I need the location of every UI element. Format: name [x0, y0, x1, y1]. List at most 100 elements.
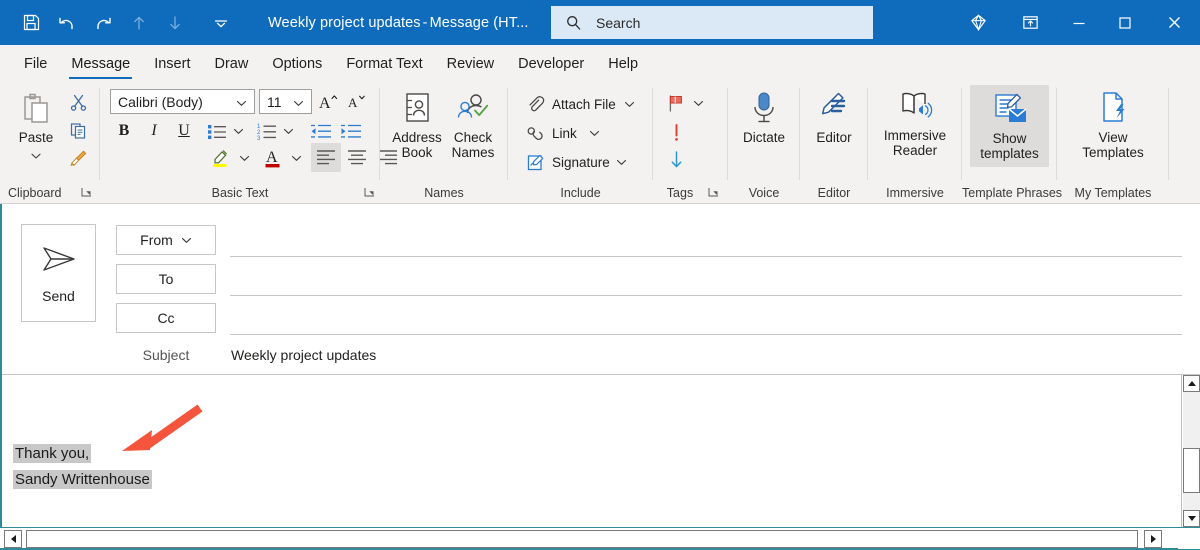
group-label-include: Include: [560, 186, 601, 200]
format-painter-button[interactable]: [66, 145, 90, 169]
to-label: To: [158, 271, 174, 287]
tab-options[interactable]: Options: [260, 45, 334, 82]
bullets-button[interactable]: [204, 119, 230, 143]
scroll-down-button[interactable]: [1183, 510, 1200, 527]
link-button[interactable]: Link: [526, 121, 600, 145]
search-input[interactable]: Search: [551, 6, 873, 39]
signature-button[interactable]: Signature: [526, 150, 627, 174]
cut-button[interactable]: [66, 90, 90, 114]
text-highlight-color-button[interactable]: [208, 145, 236, 171]
group-divider-my-templates: [1168, 88, 1169, 180]
save-icon[interactable]: [14, 6, 48, 40]
immersive-reader-label-line2: Reader: [892, 143, 938, 158]
to-button[interactable]: To: [116, 264, 216, 294]
view-templates-button[interactable]: View Templates: [1067, 88, 1159, 160]
follow-up-caret-icon[interactable]: [690, 90, 706, 116]
follow-up-button[interactable]: [663, 90, 689, 116]
clipboard-dialog-launcher[interactable]: [80, 186, 93, 199]
tab-file-label: File: [24, 55, 48, 72]
from-caret-icon[interactable]: [181, 237, 192, 244]
font-size-combo[interactable]: 11: [259, 89, 312, 114]
redo-icon[interactable]: [86, 6, 120, 40]
font-name-caret-icon[interactable]: [236, 94, 247, 110]
decrease-indent-button[interactable]: [306, 119, 334, 143]
font-color-button[interactable]: A: [260, 145, 288, 171]
increase-indent-button[interactable]: [336, 119, 364, 143]
outlook-message-window: Weekly project updates - Message (HT... Se…: [0, 0, 1200, 550]
tab-help[interactable]: Help: [596, 45, 650, 82]
italic-button[interactable]: I: [141, 119, 167, 143]
tab-draw[interactable]: Draw: [202, 45, 260, 82]
paste-dropdown-caret[interactable]: [30, 148, 42, 163]
view-templates-label-line1: View: [1098, 130, 1128, 145]
copy-button[interactable]: [66, 118, 90, 142]
customize-quick-access-toolbar-icon[interactable]: [204, 6, 238, 40]
tab-review[interactable]: Review: [435, 45, 507, 82]
show-templates-button[interactable]: Show templates: [970, 85, 1049, 167]
tab-insert[interactable]: Insert: [142, 45, 202, 82]
signature-label: Signature: [552, 154, 610, 170]
undo-icon[interactable]: [50, 6, 84, 40]
scroll-left-button[interactable]: [4, 530, 22, 548]
group-label-editor: Editor: [817, 186, 851, 200]
numbering-dropdown-caret-icon[interactable]: [280, 119, 296, 143]
address-book-label-line1: Address: [392, 130, 442, 145]
align-center-button[interactable]: [342, 143, 372, 172]
font-size-caret-icon[interactable]: [293, 94, 304, 110]
send-arrow-icon: [39, 243, 79, 280]
restore-ribbon-icon[interactable]: [1004, 0, 1056, 45]
scroll-up-button[interactable]: [1183, 375, 1200, 392]
body-text-content[interactable]: Thank you, Sandy Writtenhouse: [13, 441, 152, 493]
minimize-button[interactable]: [1056, 0, 1102, 45]
send-button[interactable]: Send: [21, 224, 96, 322]
basic-text-dialog-launcher[interactable]: [363, 186, 376, 199]
low-importance-button[interactable]: [663, 146, 689, 172]
message-body[interactable]: Thank you, Sandy Writtenhouse: [0, 375, 1200, 550]
font-name-combo[interactable]: Calibri (Body): [110, 89, 255, 114]
svg-text:A: A: [266, 149, 278, 166]
tab-file[interactable]: File: [12, 45, 59, 82]
shrink-font-button[interactable]: A: [343, 88, 369, 114]
address-book-button[interactable]: Address Book: [388, 88, 446, 160]
font-size-value: 11: [267, 93, 282, 110]
dictate-button[interactable]: Dictate: [734, 88, 794, 145]
editor-pen-icon: [816, 88, 852, 130]
bullets-dropdown-caret-icon[interactable]: [230, 119, 246, 143]
bold-button[interactable]: B: [111, 119, 137, 143]
tab-format-text[interactable]: Format Text: [334, 45, 434, 82]
underline-button[interactable]: U: [171, 119, 197, 143]
attach-file-icon: [526, 95, 545, 114]
tab-active-indicator: [69, 76, 133, 79]
link-icon: [526, 124, 545, 143]
highlight-dropdown-caret-icon[interactable]: [236, 145, 252, 171]
close-button[interactable]: [1148, 0, 1200, 45]
paste-button[interactable]: Paste: [8, 88, 64, 163]
grow-font-button[interactable]: A: [315, 88, 341, 114]
align-left-button[interactable]: [311, 143, 341, 172]
attach-file-caret-icon[interactable]: [624, 101, 635, 108]
horizontal-scrollbar[interactable]: [0, 527, 1200, 550]
ribbon-group-tags: Tags: [653, 82, 728, 203]
tags-dialog-launcher[interactable]: [707, 186, 720, 199]
scroll-right-button[interactable]: [1144, 530, 1162, 548]
high-importance-button[interactable]: [663, 119, 689, 145]
tab-message[interactable]: Message: [59, 45, 142, 82]
numbering-button[interactable]: 1 2 3: [254, 119, 280, 143]
vertical-scrollbar[interactable]: [1181, 375, 1200, 527]
font-color-dropdown-caret-icon[interactable]: [288, 145, 304, 171]
immersive-reader-button[interactable]: Immersive Reader: [872, 86, 958, 158]
link-caret-icon[interactable]: [589, 130, 600, 137]
diamond-icon[interactable]: [952, 0, 1004, 45]
horizontal-scrollbar-thumb[interactable]: [26, 530, 1138, 548]
maximize-button[interactable]: [1102, 0, 1148, 45]
tab-developer[interactable]: Developer: [506, 45, 596, 82]
signature-caret-icon[interactable]: [616, 159, 627, 166]
cc-button[interactable]: Cc: [116, 303, 216, 333]
from-button[interactable]: From: [116, 225, 216, 255]
paste-label: Paste: [18, 130, 54, 145]
editor-button[interactable]: Editor: [805, 88, 863, 145]
attach-file-button[interactable]: Attach File: [526, 92, 635, 116]
check-names-button[interactable]: Check Names: [446, 88, 500, 160]
subject-input[interactable]: Weekly project updates: [231, 347, 376, 363]
vertical-scrollbar-thumb[interactable]: [1183, 448, 1200, 493]
